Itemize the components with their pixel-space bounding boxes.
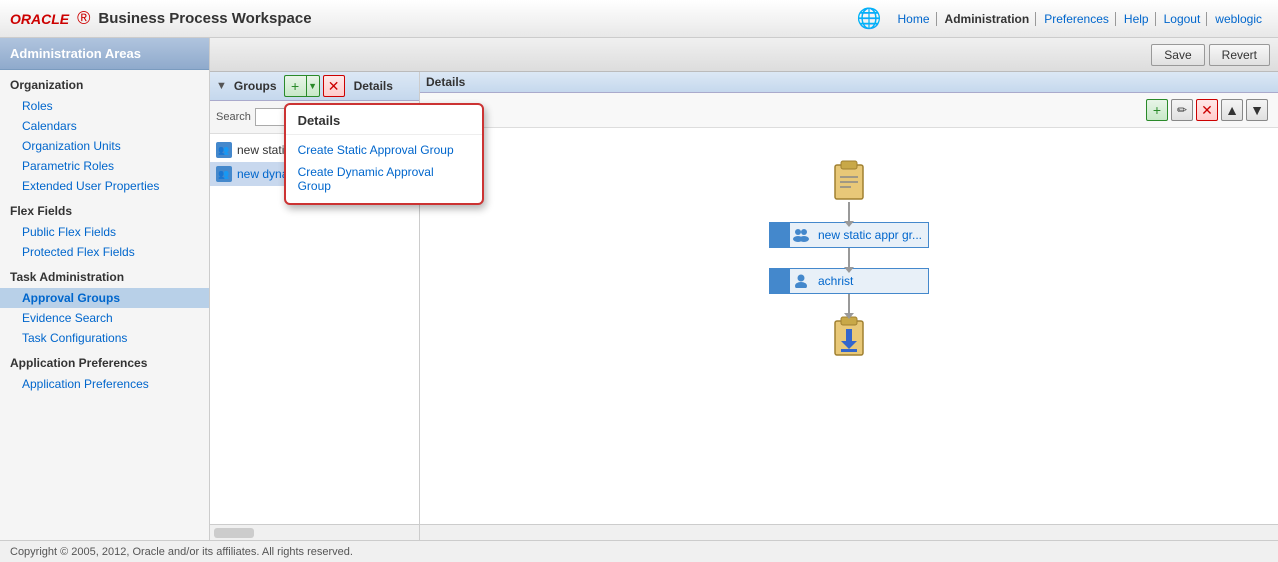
group-node-label[interactable]: new static appr gr... (812, 226, 928, 244)
details-hscroll[interactable] (420, 524, 1278, 540)
panels: ▼ Groups + ▼ Details Create Static Appro… (210, 72, 1278, 540)
top-toolbar: Save Revert (210, 38, 1278, 72)
move-up-button[interactable]: ▲ (1221, 99, 1243, 121)
sidebar-item-roles[interactable]: Roles (0, 96, 209, 116)
footer: Copyright © 2005, 2012, Oracle and/or it… (0, 540, 1278, 562)
user-node-icon (790, 269, 812, 293)
details-label-in-groups-toolbar: Details (354, 79, 393, 93)
flow-node-top-clipboard (828, 158, 870, 202)
section-task-admin: Task Administration (0, 262, 209, 288)
members-header: Members + ✏ ✕ ▲ ▼ (420, 93, 1278, 128)
create-dynamic-group-item[interactable]: Create Dynamic Approval Group (286, 161, 482, 197)
flow-area: new static appr gr... (420, 128, 1278, 524)
section-app-prefs: Application Preferences (0, 348, 209, 374)
nav-help[interactable]: Help (1118, 12, 1156, 26)
add-group-button[interactable]: + (284, 75, 306, 97)
groups-hscroll[interactable] (210, 524, 419, 540)
logo: ORACLE ® Business Process Workspace (10, 8, 312, 29)
sidebar-item-app-prefs[interactable]: Application Preferences (0, 374, 209, 394)
clipboard-top-icon (828, 158, 870, 202)
sidebar-item-evidence-search[interactable]: Evidence Search (0, 308, 209, 328)
members-icons: + ✏ ✕ ▲ ▼ (1146, 99, 1268, 121)
delete-group-button[interactable]: ✕ (323, 75, 345, 97)
sidebar-header: Administration Areas (0, 38, 209, 70)
groups-panel-title: Groups (234, 79, 277, 93)
section-organization: Organization (0, 70, 209, 96)
node-left-stripe (770, 223, 790, 247)
collapse-icon[interactable]: ▼ (216, 80, 227, 92)
save-button[interactable]: Save (1151, 44, 1204, 66)
add-group-dropdown-arrow[interactable]: ▼ (306, 75, 320, 97)
group-dynamic-icon: 👥 (216, 166, 232, 182)
flow-node-bottom-icon (828, 314, 870, 358)
nav-user[interactable]: weblogic (1209, 12, 1268, 26)
globe-icon: 🌐 (857, 6, 882, 31)
hscroll-thumb[interactable] (214, 528, 254, 538)
oracle-logo: ORACLE (10, 11, 69, 27)
section-flex-fields: Flex Fields (0, 196, 209, 222)
copyright-text: Copyright © 2005, 2012, Oracle and/or it… (10, 546, 353, 558)
sidebar-item-public-flex[interactable]: Public Flex Fields (0, 222, 209, 242)
members-area: Members + ✏ ✕ ▲ ▼ (420, 93, 1278, 540)
sidebar-item-calendars[interactable]: Calendars (0, 116, 209, 136)
sidebar: Administration Areas Organization Roles … (0, 38, 210, 540)
node-left-stripe-user (770, 269, 790, 293)
groups-toolbar: ▼ Groups + ▼ Details Create Static Appro… (210, 72, 419, 101)
move-down-button[interactable]: ▼ (1246, 99, 1268, 121)
flow-arrow-1 (848, 202, 850, 222)
details-panel-title: Details (426, 75, 465, 89)
flow-diagram: new static appr gr... (769, 158, 929, 358)
sidebar-item-approval-groups[interactable]: Approval Groups (0, 288, 209, 308)
oracle-logo-icon: ® (77, 8, 90, 29)
nav-administration[interactable]: Administration (939, 12, 1037, 26)
details-panel: Details Members + ✏ ✕ ▲ ▼ (420, 72, 1278, 540)
download-svg (831, 315, 867, 357)
content-area: Save Revert ▼ Groups + ▼ Details (210, 38, 1278, 540)
groups-panel: ▼ Groups + ▼ Details Create Static Appro… (210, 72, 420, 540)
details-toolbar: Details (420, 72, 1278, 93)
user-icon-svg (794, 274, 808, 288)
nav-home[interactable]: Home (892, 12, 937, 26)
delete-member-button[interactable]: ✕ (1196, 99, 1218, 121)
group-static-icon: 👥 (216, 142, 232, 158)
main-layout: Administration Areas Organization Roles … (0, 38, 1278, 540)
group-icon-svg (793, 228, 809, 242)
group-node-icon (790, 223, 812, 247)
add-group-dropdown: Details Create Static Approval Group Cre… (284, 103, 484, 205)
add-member-button[interactable]: + (1146, 99, 1168, 121)
user-node-label: achrist (812, 272, 928, 290)
nav-preferences[interactable]: Preferences (1038, 12, 1116, 26)
flow-arrow-3 (848, 294, 850, 314)
flow-arrow-2 (848, 248, 850, 268)
sidebar-item-org-units[interactable]: Organization Units (0, 136, 209, 156)
clipboard-svg (831, 159, 867, 201)
create-static-group-item[interactable]: Create Static Approval Group (286, 139, 482, 161)
app-title: Business Process Workspace (98, 10, 311, 27)
search-label: Search (216, 111, 251, 123)
app-header: ORACLE ® Business Process Workspace 🌐 Ho… (0, 0, 1278, 38)
nav-links: 🌐 Home Administration Preferences Help L… (857, 6, 1268, 31)
download-icon-container (828, 314, 870, 358)
sidebar-item-ext-user-props[interactable]: Extended User Properties (0, 176, 209, 196)
nav-logout[interactable]: Logout (1158, 12, 1208, 26)
revert-button[interactable]: Revert (1209, 44, 1270, 66)
add-group-container: + ▼ Details Create Static Approval Group… (284, 75, 320, 97)
sidebar-item-task-configs[interactable]: Task Configurations (0, 328, 209, 348)
toolbar-actions: Save Revert (1151, 44, 1270, 66)
edit-member-button[interactable]: ✏ (1171, 99, 1193, 121)
sidebar-item-parametric-roles[interactable]: Parametric Roles (0, 156, 209, 176)
dropdown-title: Details (286, 111, 482, 135)
sidebar-item-protected-flex[interactable]: Protected Flex Fields (0, 242, 209, 262)
